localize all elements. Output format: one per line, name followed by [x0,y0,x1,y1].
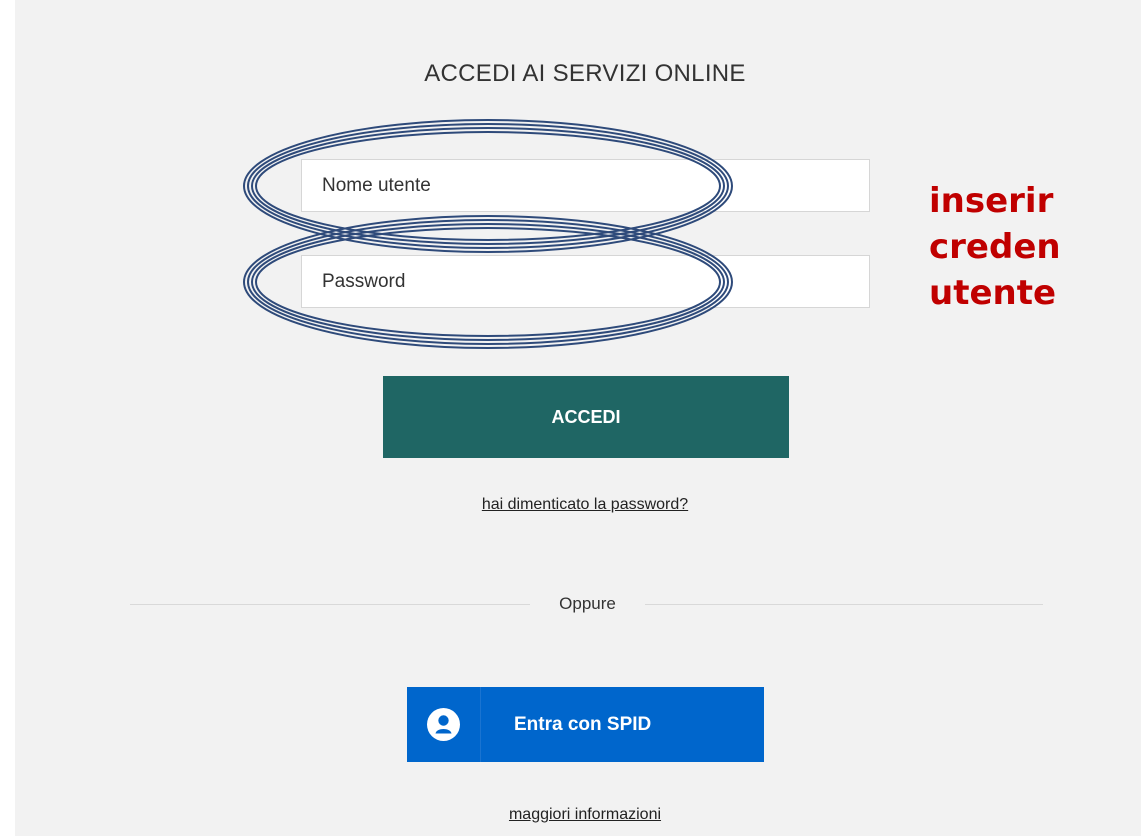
password-field-wrapper [301,255,870,308]
annotation-line: utente [929,273,1057,313]
password-input[interactable] [302,256,869,307]
page-title: ACCEDI AI SERVIZI ONLINE [424,60,746,87]
divider-line-right [645,604,1043,605]
user-circle-icon [427,708,460,741]
divider-label: Oppure [559,594,616,613]
spid-separator [480,687,481,762]
divider-line-left [130,604,530,605]
annotation-line: creden [929,227,1061,267]
annotation-note: inserir creden utente [929,178,1141,316]
spid-button-label: Entra con SPID [514,714,652,735]
login-button[interactable]: ACCEDI [383,376,789,458]
spid-login-button[interactable]: Entra con SPID [407,687,764,762]
forgot-password-link[interactable]: hai dimenticato la password? [0,496,1141,514]
annotation-line: inserir [929,181,1054,221]
username-field-wrapper [301,159,870,212]
more-info-link[interactable]: maggiori informazioni [0,806,1141,824]
username-input[interactable] [302,160,869,211]
